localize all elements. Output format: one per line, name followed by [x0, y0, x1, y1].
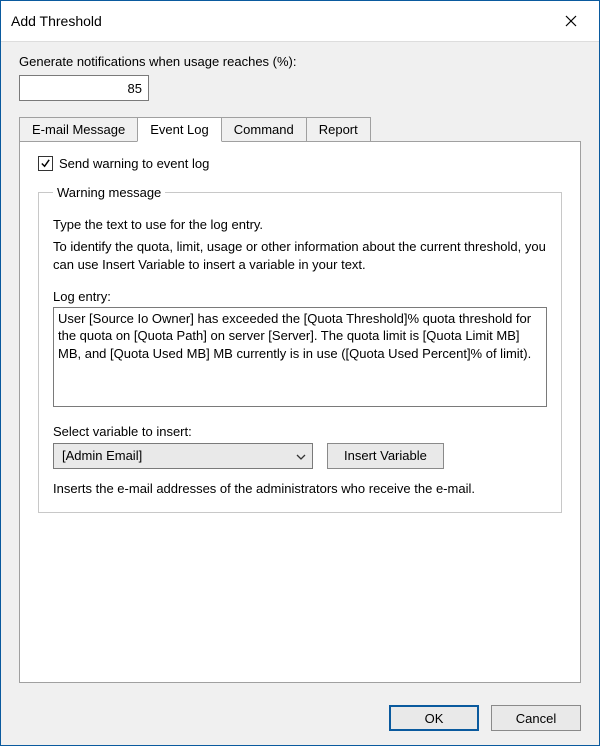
chevron-down-icon [296, 448, 306, 463]
generate-label: Generate notifications when usage reache… [19, 54, 581, 69]
variable-description: Inserts the e-mail addresses of the admi… [53, 481, 547, 496]
tab-event-log[interactable]: Event Log [137, 117, 222, 142]
send-warning-checkbox[interactable] [38, 156, 53, 171]
ok-button[interactable]: OK [389, 705, 479, 731]
select-variable-label: Select variable to insert: [53, 424, 547, 439]
tab-command[interactable]: Command [221, 117, 307, 141]
window-title: Add Threshold [11, 13, 102, 29]
tab-panel-event-log: Send warning to event log Warning messag… [19, 141, 581, 683]
variable-select-value: [Admin Email] [62, 448, 142, 463]
warning-legend: Warning message [53, 185, 165, 200]
log-entry-textarea[interactable] [53, 307, 547, 407]
variable-select[interactable]: [Admin Email] [53, 443, 313, 469]
close-button[interactable] [551, 7, 591, 35]
send-warning-label: Send warning to event log [59, 156, 209, 171]
close-icon [565, 15, 577, 27]
instruction-line-1: Type the text to use for the log entry. [53, 216, 547, 234]
tab-email-message[interactable]: E-mail Message [19, 117, 138, 141]
tab-report[interactable]: Report [306, 117, 371, 141]
log-entry-label: Log entry: [53, 289, 547, 304]
cancel-button[interactable]: Cancel [491, 705, 581, 731]
checkmark-icon [40, 158, 51, 169]
insert-variable-button[interactable]: Insert Variable [327, 443, 444, 469]
usage-percent-input[interactable] [19, 75, 149, 101]
dialog-button-bar: OK Cancel [1, 693, 599, 745]
instruction-line-2: To identify the quota, limit, usage or o… [53, 238, 547, 274]
titlebar: Add Threshold [1, 1, 599, 42]
dialog-content: Generate notifications when usage reache… [1, 42, 599, 693]
send-warning-row: Send warning to event log [38, 156, 562, 171]
variable-row: [Admin Email] Insert Variable [53, 443, 547, 469]
tabs: E-mail Message Event Log Command Report [19, 117, 581, 141]
warning-message-group: Warning message Type the text to use for… [38, 185, 562, 513]
